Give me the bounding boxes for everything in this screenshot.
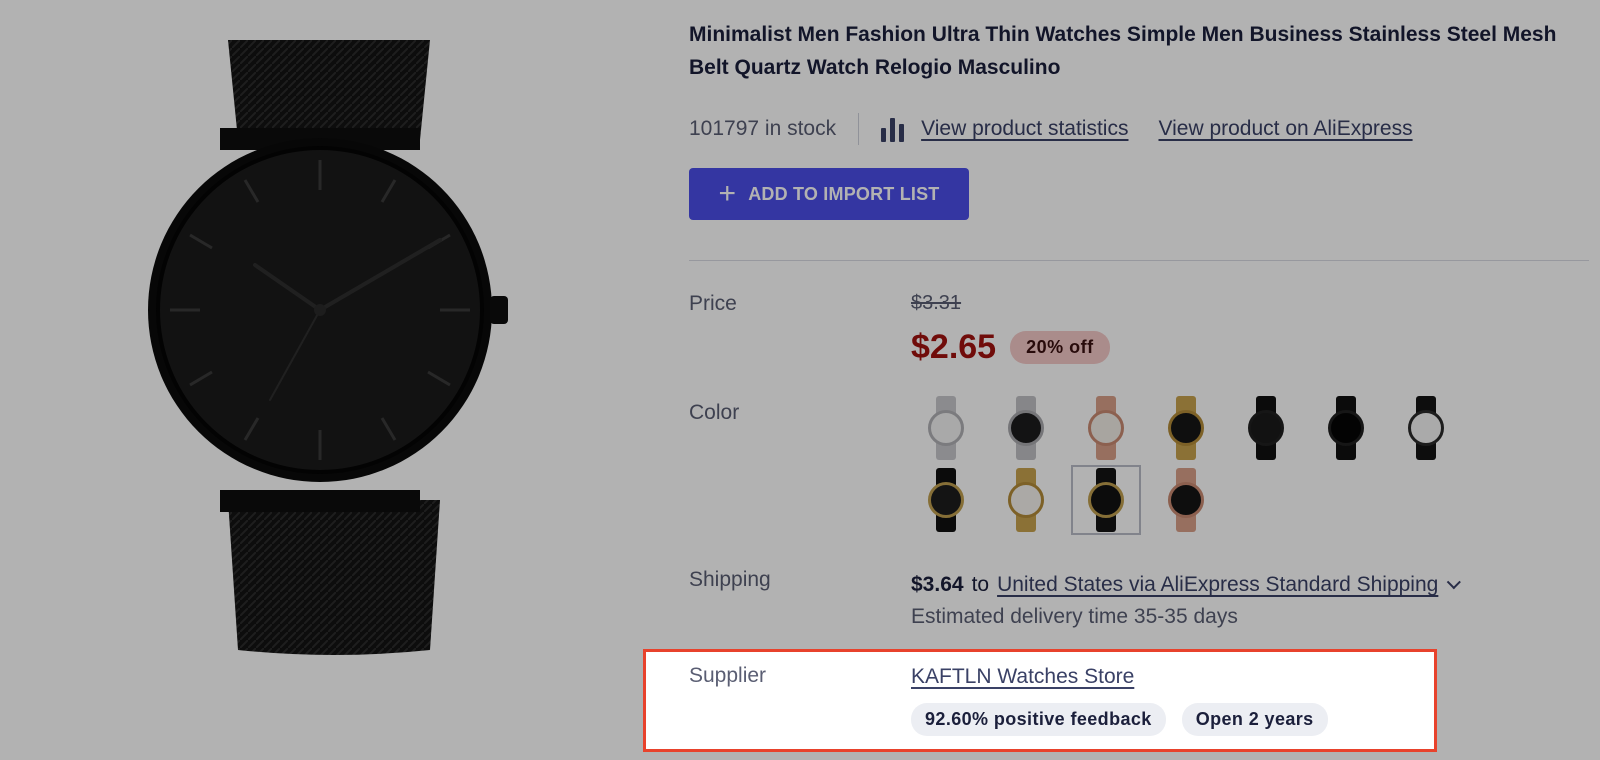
store-age-badge: Open 2 years — [1181, 703, 1328, 736]
discount-badge: 20% off — [1010, 331, 1110, 364]
swatch-watch-thumbnail — [1166, 468, 1206, 532]
add-to-import-list-button[interactable]: + ADD TO IMPORT LIST — [689, 168, 969, 220]
swatch-watch-thumbnail — [1326, 396, 1366, 460]
swatch-watch-thumbnail — [1086, 468, 1126, 532]
color-swatch[interactable] — [1311, 393, 1381, 463]
plus-icon: + — [718, 177, 737, 210]
swatch-watch-thumbnail — [1406, 396, 1446, 460]
add-to-import-list-label: ADD TO IMPORT LIST — [748, 183, 940, 204]
sale-price: $2.65 — [911, 328, 997, 366]
swatch-watch-thumbnail — [926, 468, 966, 532]
color-swatch[interactable] — [1231, 393, 1301, 463]
shipping-to-text: to — [971, 573, 990, 596]
bar-chart-icon — [881, 116, 907, 142]
color-swatch[interactable] — [991, 465, 1061, 535]
supplier-store-link[interactable]: KAFTLN Watches Store — [911, 665, 1134, 689]
price-label: Price — [689, 292, 737, 315]
feedback-badge: 92.60% positive feedback — [911, 703, 1166, 736]
stock-count: 101797 in stock — [689, 117, 837, 140]
divider — [858, 113, 860, 145]
view-product-statistics-link[interactable]: View product statistics — [921, 117, 1128, 141]
sale-price-row: $2.65 20% off — [911, 328, 1110, 367]
shipping-price: $3.64 — [911, 573, 964, 596]
color-swatch[interactable] — [911, 465, 981, 535]
color-swatch[interactable] — [1391, 393, 1461, 463]
color-swatch[interactable] — [1151, 393, 1221, 463]
shipping-method-link[interactable]: United States via AliExpress Standard Sh… — [997, 573, 1438, 597]
swatch-watch-thumbnail — [1166, 396, 1206, 460]
product-title: Minimalist Men Fashion Ultra Thin Watche… — [689, 23, 1557, 79]
watch-illustration — [148, 40, 508, 655]
section-divider — [689, 260, 1589, 261]
product-meta-row: 101797 in stock View product statistics … — [689, 113, 1413, 145]
color-swatch[interactable] — [1151, 465, 1221, 535]
original-price: $3.31 — [911, 292, 962, 314]
color-swatch[interactable] — [911, 393, 981, 463]
shipping-line: $3.64 to United States via AliExpress St… — [911, 573, 1462, 597]
view-on-aliexpress-link[interactable]: View product on AliExpress — [1158, 117, 1412, 141]
color-swatch[interactable] — [991, 393, 1061, 463]
swatch-watch-thumbnail — [926, 396, 966, 460]
swatch-watch-thumbnail — [1086, 396, 1126, 460]
delivery-estimate: Estimated delivery time 35-35 days — [911, 605, 1238, 628]
product-image — [120, 40, 540, 680]
swatch-watch-thumbnail — [1006, 396, 1046, 460]
chevron-down-icon[interactable] — [1447, 575, 1462, 590]
shipping-label: Shipping — [689, 568, 771, 591]
swatch-watch-thumbnail — [1006, 468, 1046, 532]
supplier-badges: 92.60% positive feedback Open 2 years — [911, 703, 1328, 736]
color-swatch[interactable] — [1071, 465, 1141, 535]
color-swatch[interactable] — [1071, 393, 1141, 463]
swatch-watch-thumbnail — [1246, 396, 1286, 460]
supplier-label: Supplier — [689, 664, 767, 687]
color-label: Color — [689, 401, 740, 424]
